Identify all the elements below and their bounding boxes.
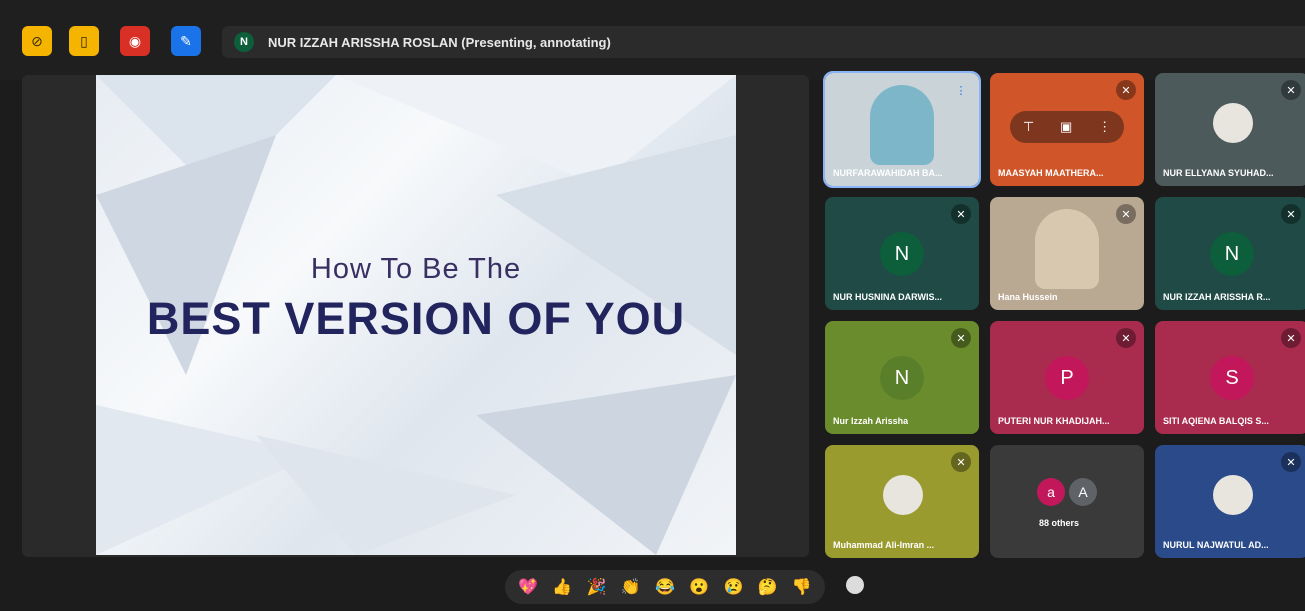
reaction-emoji[interactable]: 😂	[655, 577, 675, 597]
pin-icon[interactable]: ⊤	[1023, 119, 1034, 135]
camera-off-button[interactable]: ⊘	[22, 26, 52, 56]
others-avatar-1: a	[1037, 478, 1065, 506]
mic-off-icon: ✕	[951, 328, 971, 348]
reaction-bar: 💖 👍 🎉 👏 😂 😮 😢 🤔 👎	[505, 570, 825, 604]
mic-off-icon: ✕	[1281, 328, 1301, 348]
mic-off-icon: ✕	[1281, 204, 1301, 224]
participant-photo	[883, 475, 923, 515]
participant-name: NUR HUSNINA DARWIS...	[833, 292, 943, 302]
annotate-button[interactable]: ✎	[171, 26, 201, 56]
reaction-emoji[interactable]: 👎	[792, 577, 812, 597]
others-avatar-2: A	[1069, 478, 1097, 506]
skin-tone-picker[interactable]	[846, 576, 864, 594]
slide-title-line1: How To Be The	[310, 253, 522, 285]
participant-tile[interactable]: N NUR HUSNINA DARWIS... ✕	[825, 197, 979, 310]
more-options-icon[interactable]: ⋮	[1098, 119, 1111, 135]
mic-off-icon: ✕	[951, 204, 971, 224]
participant-photo	[1213, 475, 1253, 515]
participant-tile[interactable]: ⊤ ▣ ⋮ MAASYAH MAATHERA... ✕	[990, 73, 1144, 186]
top-bar: ⊘ ▯ ◉ ✎ N NUR IZZAH ARISSHA ROSLAN (Pres…	[0, 0, 1305, 80]
participant-name: Muhammad Ali-Imran ...	[833, 540, 935, 550]
participant-name: NURUL NAJWATUL AD...	[1163, 540, 1269, 550]
reaction-emoji[interactable]: 🤔	[758, 577, 778, 597]
tile-options-menu[interactable]: ⊤ ▣ ⋮	[1010, 111, 1124, 143]
participant-tile[interactable]: N Nur Izzah Arissha ✕	[825, 321, 979, 434]
participant-tile[interactable]: NUR ELLYANA SYUHAD... ✕	[1155, 73, 1305, 186]
reaction-emoji[interactable]: 💖	[518, 577, 538, 597]
mic-off-icon: ✕	[1116, 80, 1136, 100]
exit-button[interactable]: ▯	[69, 26, 99, 56]
participant-tile[interactable]: P PUTERI NUR KHADIJAH... ✕	[990, 321, 1144, 434]
participant-tile[interactable]: S SITI AQIENA BALQIS S... ✕	[1155, 321, 1305, 434]
mic-off-icon: ✕	[1116, 204, 1136, 224]
participant-name: NUR ELLYANA SYUHAD...	[1163, 168, 1274, 178]
reaction-emoji[interactable]: 😢	[723, 577, 743, 597]
presenter-avatar: N	[234, 32, 254, 52]
annotate-icon: ✎	[180, 32, 192, 49]
presenter-label: NUR IZZAH ARISSHA ROSLAN (Presenting, an…	[268, 34, 611, 50]
participant-tile[interactable]: a A 88 others	[990, 445, 1144, 558]
participant-name: SITI AQIENA BALQIS S...	[1163, 416, 1269, 426]
participant-name: NUR IZZAH ARISSHA R...	[1163, 292, 1271, 302]
mic-off-icon: ✕	[951, 452, 971, 472]
reaction-emoji[interactable]: 👏	[621, 577, 641, 597]
reaction-emoji[interactable]: 👍	[552, 577, 572, 597]
presentation-slide: How To Be The BEST VERSION OF YOU	[96, 75, 736, 555]
participant-name: PUTERI NUR KHADIJAH...	[998, 416, 1110, 426]
participant-tile[interactable]: N NUR IZZAH ARISSHA R... ✕	[1155, 197, 1305, 310]
reaction-emoji[interactable]: 🎉	[587, 577, 607, 597]
participant-initial: P	[1045, 356, 1089, 400]
participant-tile[interactable]: Hana Hussein ✕	[990, 197, 1144, 310]
participant-initial: N	[880, 356, 924, 400]
participant-name: 88 others	[1038, 518, 1080, 528]
record-button[interactable]: ◉	[120, 26, 150, 56]
participant-video	[1035, 209, 1099, 289]
door-icon: ▯	[80, 32, 88, 49]
mic-off-icon: ✕	[1116, 328, 1136, 348]
participant-tile[interactable]: NURUL NAJWATUL AD... ✕	[1155, 445, 1305, 558]
participant-tile[interactable]: NURFARAWAHIDAH BA... ⋮	[823, 71, 981, 188]
camera-off-icon: ⊘	[31, 32, 43, 49]
participant-initial: N	[1210, 232, 1254, 276]
participant-name: MAASYAH MAATHERA...	[998, 168, 1104, 178]
participant-initial: S	[1210, 356, 1254, 400]
participant-video	[870, 85, 934, 165]
mic-off-icon: ✕	[1281, 80, 1301, 100]
participant-name: Hana Hussein	[998, 292, 1058, 302]
participant-name: Nur Izzah Arissha	[833, 416, 909, 426]
mic-off-icon: ✕	[1281, 452, 1301, 472]
participant-tile[interactable]: Muhammad Ali-Imran ... ✕	[825, 445, 979, 558]
slide-title-line2: BEST VERSION OF YOU	[146, 293, 686, 344]
participant-photo	[1213, 103, 1253, 143]
record-icon: ◉	[128, 32, 142, 49]
speaking-icon: ⋮	[955, 84, 967, 97]
reaction-emoji[interactable]: 😮	[689, 577, 709, 597]
presenter-bar[interactable]: N NUR IZZAH ARISSHA ROSLAN (Presenting, …	[222, 26, 1305, 58]
participant-initial: N	[880, 232, 924, 276]
participant-name: NURFARAWAHIDAH BA...	[833, 168, 943, 178]
frame-icon[interactable]: ▣	[1060, 119, 1072, 135]
